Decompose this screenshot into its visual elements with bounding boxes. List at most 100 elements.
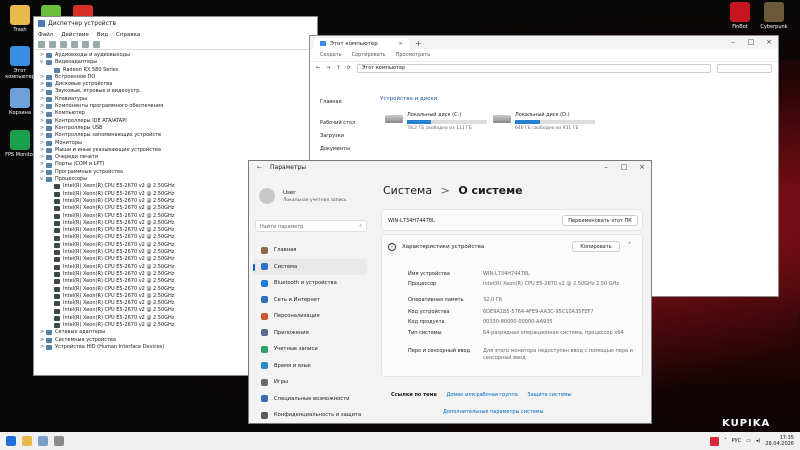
device-icon	[54, 250, 60, 256]
drive-item[interactable]: Локальный диск (D:) 646 ГБ свободно из 93…	[493, 112, 595, 131]
volume-icon[interactable]: ◂)	[756, 438, 760, 444]
copy-button[interactable]: Копировать	[572, 241, 620, 252]
tree-node-label: Intel(R) Xeon(R) CPU E5-2670 v2 @ 2.50GH…	[63, 205, 175, 212]
drive-item[interactable]: Локальный диск (C:) 78,2 ГБ свободно из 1…	[385, 112, 487, 131]
breadcrumb: Система > О системе	[383, 184, 523, 197]
new-tab-icon[interactable]: +	[415, 38, 422, 49]
minimize-icon[interactable]: –	[724, 36, 742, 49]
address-input[interactable]: Этот компьютер	[356, 63, 711, 73]
properties-icon[interactable]	[60, 40, 67, 48]
page-title: О системе	[458, 184, 523, 197]
device-icon	[54, 220, 60, 226]
tree-node[interactable]: > Контроллеры запоминающих устройств	[40, 132, 317, 139]
maximize-icon[interactable]: □	[615, 161, 633, 174]
back-icon[interactable]: ←	[257, 164, 262, 171]
monitor-icon[interactable]	[93, 40, 100, 48]
device-icon	[46, 118, 52, 124]
nav-item[interactable]: Загрузки	[320, 130, 355, 143]
tree-node[interactable]: > Компьютер	[40, 110, 317, 117]
device-manager-taskbar-icon[interactable]	[38, 436, 48, 446]
nav-icon	[261, 263, 268, 271]
nav-item[interactable]: Рабочий стол	[320, 117, 355, 130]
settings-nav-item[interactable]: Конфиденциальность и защита	[249, 407, 371, 423]
tree-node[interactable]: v Видеоадаптеры	[40, 59, 317, 66]
settings-nav-item[interactable]: Система	[253, 258, 367, 275]
device-icon	[54, 228, 60, 234]
device-icon	[46, 337, 52, 343]
clock[interactable]: 17:35 28.04.2026	[765, 435, 794, 447]
drive-free: 646 ГБ свободно из 931 ГБ	[515, 126, 579, 131]
menu-item[interactable]: Файл	[38, 32, 53, 38]
settings-nav-item[interactable]: Главная	[249, 242, 371, 259]
chevron-up-icon[interactable]: ˄	[628, 242, 631, 249]
settings-taskbar-icon[interactable]	[54, 436, 64, 446]
forward-icon[interactable]: →	[326, 65, 330, 71]
language-indicator[interactable]: РУС	[732, 438, 742, 444]
drive-icon	[493, 115, 511, 123]
device-icon	[46, 330, 52, 336]
nav-icon	[261, 296, 268, 304]
forward-icon[interactable]	[49, 40, 56, 48]
breadcrumb-parent[interactable]: Система	[383, 184, 432, 197]
settings-nav-item[interactable]: Учетные записи	[249, 341, 371, 358]
tree-node[interactable]: > Мыши и иные указывающие устройства	[40, 147, 317, 154]
tree-node[interactable]: > Мониторы	[40, 140, 317, 147]
nav-item[interactable]: Документы	[320, 143, 355, 156]
chevron-up-icon[interactable]: ˄	[724, 438, 727, 444]
close-icon[interactable]: ×	[633, 161, 651, 174]
rename-pc-button[interactable]: Переименовать этот ПК	[562, 215, 638, 226]
back-icon[interactable]	[38, 40, 45, 48]
tree-node[interactable]: Radeon RX 580 Series	[40, 67, 317, 74]
explorer-tab[interactable]: Этот компьютер ×	[314, 38, 409, 49]
advanced-settings-link[interactable]: Дополнительные параметры системы	[443, 409, 544, 415]
menu-item[interactable]: Вид	[97, 32, 108, 38]
drive-icon	[385, 115, 403, 123]
tree-node[interactable]: > Контроллеры IDE ATA/ATAPI	[40, 118, 317, 125]
close-tab-icon[interactable]: ×	[398, 41, 403, 47]
network-icon[interactable]: ▭	[746, 438, 751, 444]
nav-item[interactable]: Главная	[320, 96, 355, 109]
settings-nav-item[interactable]: Приложения	[249, 325, 371, 342]
drive-free: 78,2 ГБ свободно из 111 ГБ	[407, 126, 472, 131]
tree-node[interactable]: > Звуковые, игровые и видеоустр.	[40, 88, 317, 95]
tree-node[interactable]: > Аудиовходы и аудиовыходы	[40, 52, 317, 59]
settings-nav-item[interactable]: Время и язык	[249, 358, 371, 375]
search-input[interactable]	[717, 63, 772, 73]
system-protection-link[interactable]: Защита системы	[527, 392, 571, 398]
desktop-icon[interactable]: FinBot	[722, 2, 758, 30]
settings-nav-item[interactable]: Bluetooth и устройства	[249, 275, 371, 292]
command-button[interactable]: Просмотреть	[396, 52, 431, 58]
start-icon[interactable]	[6, 436, 16, 446]
tray-app-icon[interactable]	[710, 436, 720, 446]
desktop-icon-label: Cyberpunk	[760, 24, 788, 30]
domain-link[interactable]: Домен или рабочая группа	[446, 392, 517, 398]
back-icon[interactable]: ←	[316, 65, 320, 71]
command-button[interactable]: Сортировать	[352, 52, 386, 58]
avatar	[259, 188, 275, 204]
settings-content: Система > О системе WIN-L734H74478L Пере…	[371, 174, 651, 423]
tree-node[interactable]: > Компоненты программного обеспечения	[40, 103, 317, 110]
device-icon	[46, 345, 52, 351]
menu-item[interactable]: Действие	[61, 32, 89, 38]
maximize-icon[interactable]: □	[742, 36, 760, 49]
settings-nav-item[interactable]: Персонализация	[249, 308, 371, 325]
search-input[interactable]: Найти параметр ⌕	[255, 220, 367, 232]
file-explorer-icon[interactable]	[22, 436, 32, 446]
tree-node[interactable]: > Клавиатуры	[40, 96, 317, 103]
command-button[interactable]: Создать	[320, 52, 342, 58]
menu-item[interactable]: Справка	[116, 32, 140, 38]
close-icon[interactable]: ×	[760, 36, 778, 49]
settings-nav-label: Сеть и Интернет	[274, 296, 320, 303]
tree-node[interactable]: > Дисковые устройства	[40, 81, 317, 88]
settings-nav-item[interactable]: Сеть и Интернет	[249, 292, 371, 309]
help-icon[interactable]	[71, 40, 78, 48]
minimize-icon[interactable]: –	[597, 161, 615, 174]
spec-key: Перо и сенсорный ввод	[408, 348, 471, 354]
desktop-icon[interactable]: Cyberpunk	[756, 2, 792, 30]
settings-nav-item[interactable]: Специальные возможности	[249, 391, 371, 408]
up-icon[interactable]: ↑	[336, 65, 340, 71]
settings-nav-item[interactable]: Игры	[249, 374, 371, 391]
settings-nav: Главная Система Bluetooth и устройства Сеть…	[249, 242, 371, 423]
refresh-icon[interactable]: ⟳	[347, 65, 351, 71]
scan-icon[interactable]	[82, 40, 89, 48]
